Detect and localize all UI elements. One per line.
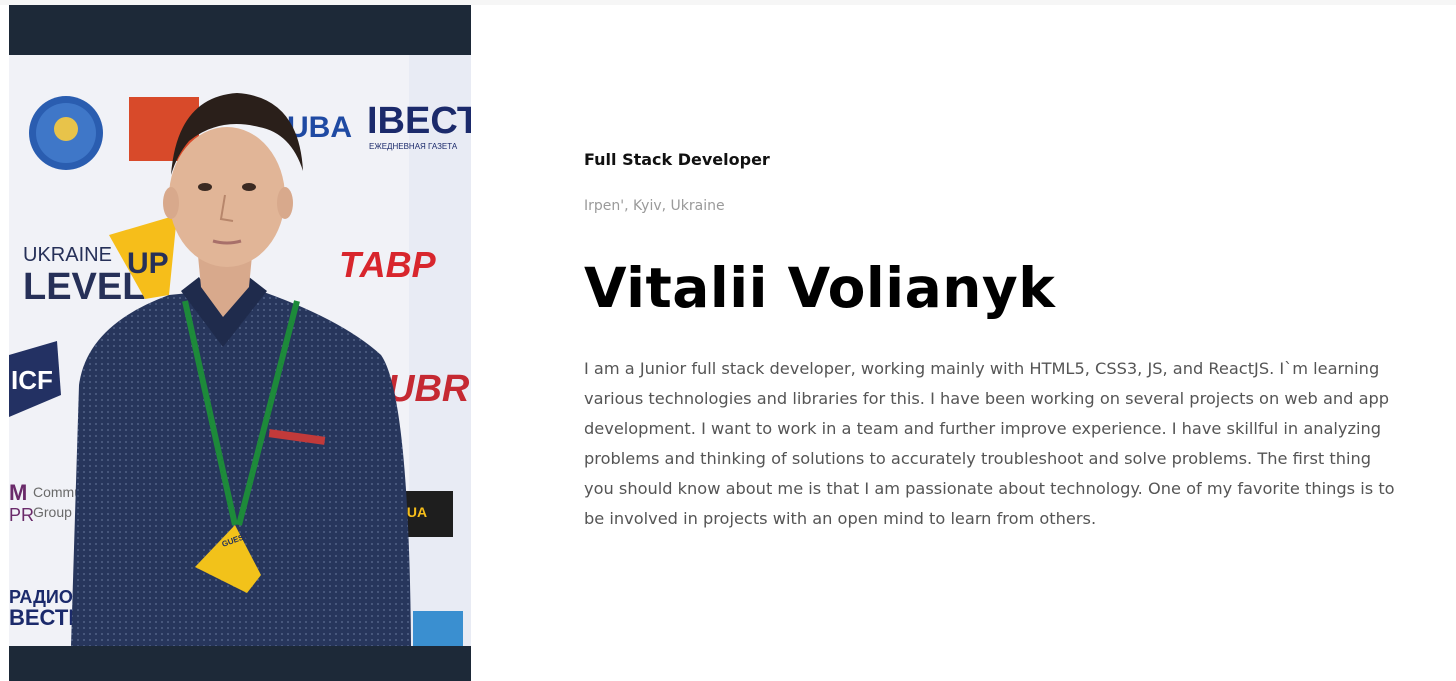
profile-photo-frame: UBA ІВЕСТИ ЕЖЕДНЕВНАЯ ГАЗЕТА UKRAINE LEV… <box>9 5 471 681</box>
svg-text:M: M <box>9 480 27 505</box>
svg-text:РАДИО: РАДИО <box>9 587 73 607</box>
svg-text:PR: PR <box>9 505 34 525</box>
svg-text:UKRAINE: UKRAINE <box>23 244 112 266</box>
seal-logo <box>29 96 103 170</box>
job-title: Full Stack Developer <box>584 150 770 169</box>
svg-text:ICF: ICF <box>11 365 53 395</box>
ua-portal-logo: .UA <box>401 491 453 537</box>
svg-text:Group: Group <box>33 504 72 520</box>
ubr-logo: UBR <box>387 368 470 410</box>
svg-text:Commu: Commu <box>33 484 82 500</box>
vesti-subtitle: ЕЖЕДНЕВНАЯ ГАЗЕТА <box>369 142 458 151</box>
bio-paragraph: I am a Junior full stack developer, work… <box>584 359 1395 528</box>
person-name: Vitalii Volianyk <box>584 256 1056 320</box>
vesti-logo: ІВЕСТИ <box>367 100 471 142</box>
tavr-logo: ТАВР <box>339 244 437 285</box>
blue-brand-logo <box>413 611 463 646</box>
svg-text:UP: UP <box>127 247 169 280</box>
profile-photo: UBA ІВЕСТИ ЕЖЕДНЕВНАЯ ГАЗЕТА UKRAINE LEV… <box>9 55 471 646</box>
location-text: Irpen', Kyiv, Ukraine <box>584 198 725 214</box>
